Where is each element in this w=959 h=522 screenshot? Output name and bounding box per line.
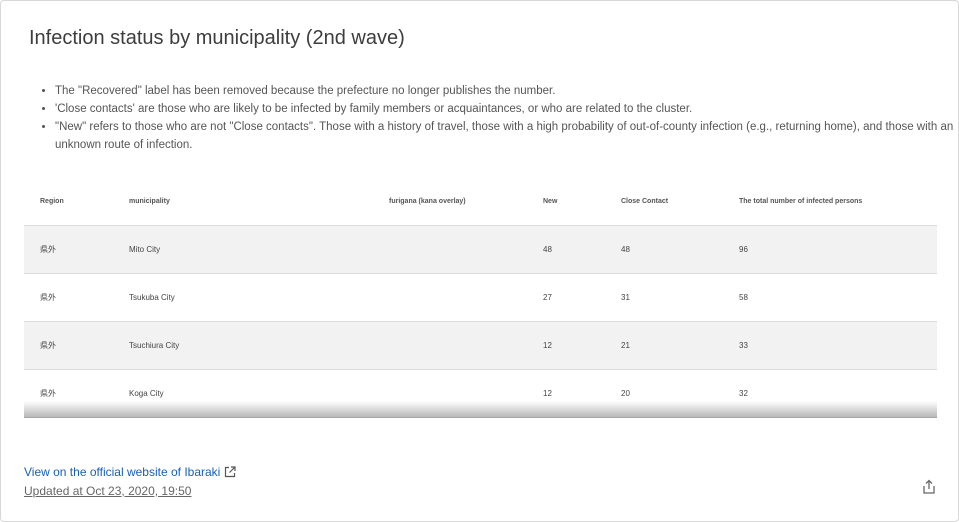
cell-close-contact: 21 [621,321,739,370]
updated-timestamp: Updated at Oct 23, 2020, 19:50 [24,484,192,498]
note-item: 'Close contacts' are those who are likel… [55,100,955,118]
note-item: The "Recovered" label has been removed b… [55,82,955,100]
header-furigana[interactable]: furigana (kana overlay) [389,177,543,226]
share-icon[interactable] [921,479,937,495]
cell-region: 県外 [24,321,129,370]
cell-municipality: Tsukuba City [129,273,389,322]
header-total[interactable]: The total number of infected persons [739,177,937,226]
cell-furigana [389,225,543,274]
header-close-contact[interactable]: Close Contact [621,177,739,226]
cell-municipality: Tsuchiura City [129,321,389,370]
cell-region: 県外 [24,369,129,418]
table-header-row: Region municipality furigana (kana overl… [24,177,937,226]
cell-region: 県外 [24,225,129,274]
cell-municipality: Koga City [129,369,389,418]
header-new[interactable]: New [543,177,621,226]
cell-new: 27 [543,273,621,322]
official-website-link-label: View on the official website of Ibaraki [24,465,221,479]
table-row: 県外 Mito City 48 48 96 [24,225,937,274]
external-link-icon [225,466,236,478]
cell-new: 12 [543,369,621,418]
cell-region: 県外 [24,273,129,322]
table-scroll-area[interactable]: Region municipality furigana (kana overl… [24,177,937,418]
cell-new: 12 [543,321,621,370]
cell-furigana [389,369,543,418]
note-item: "New" refers to those who are not "Close… [55,118,955,154]
cell-new: 48 [543,225,621,274]
cell-close-contact: 31 [621,273,739,322]
cell-close-contact: 20 [621,369,739,418]
cell-total: 58 [739,273,937,322]
cell-furigana [389,321,543,370]
data-card: Infection status by municipality (2nd wa… [0,0,959,522]
cell-total: 33 [739,321,937,370]
cell-close-contact: 48 [621,225,739,274]
notes-list: The "Recovered" label has been removed b… [27,82,955,154]
municipality-table: Region municipality furigana (kana overl… [24,177,937,418]
card-title: Infection status by municipality (2nd wa… [29,27,405,49]
official-website-link[interactable]: View on the official website of Ibaraki [24,465,236,479]
header-municipality[interactable]: municipality [129,177,389,226]
table-row: 県外 Tsuchiura City 12 21 33 [24,321,937,370]
cell-municipality: Mito City [129,225,389,274]
header-region[interactable]: Region [24,177,129,226]
cell-total: 32 [739,369,937,418]
cell-total: 96 [739,225,937,274]
table-row: 県外 Koga City 12 20 32 [24,369,937,418]
cell-furigana [389,273,543,322]
table-row: 県外 Tsukuba City 27 31 58 [24,273,937,322]
